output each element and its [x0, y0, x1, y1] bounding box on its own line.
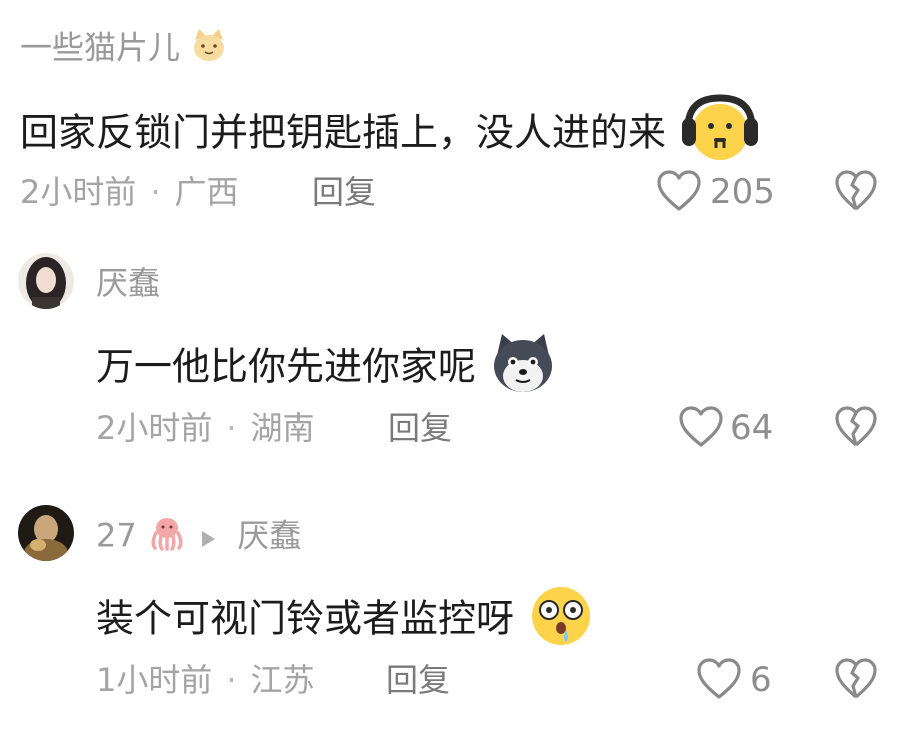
comment-meta: 1小时前 · 江苏 — [96, 660, 315, 700]
octopus-emoji — [147, 515, 187, 560]
dislike-button[interactable] — [834, 406, 878, 452]
like-button[interactable] — [656, 170, 702, 216]
dislike-button[interactable] — [834, 170, 878, 216]
comment-location: 江苏 — [250, 661, 315, 699]
cat-face-emoji — [190, 26, 228, 73]
shocked-drool-emoji — [526, 582, 596, 660]
like-count: 205 — [710, 172, 775, 212]
wolf-dog-emoji — [488, 330, 558, 408]
like-button[interactable] — [678, 406, 724, 452]
reply-arrow-icon — [199, 518, 217, 558]
like-button[interactable] — [696, 658, 742, 704]
comment-time: 2小时前 — [96, 409, 213, 447]
reply-button[interactable]: 回复 — [312, 172, 376, 212]
comment-username[interactable]: 厌蠢 — [96, 263, 160, 303]
heart-icon — [656, 170, 702, 216]
broken-heart-icon — [834, 658, 878, 704]
avatar[interactable] — [18, 253, 74, 309]
reply-button[interactable]: 回复 — [388, 408, 452, 448]
avatar[interactable] — [18, 505, 74, 561]
comment-text: 万一他比你先进你家呢 — [96, 330, 558, 408]
comment-location: 广西 — [174, 173, 239, 211]
heart-icon — [678, 406, 724, 452]
broken-heart-icon — [834, 170, 878, 216]
meta-separator: · — [150, 173, 161, 211]
headphones-face-emoji — [678, 92, 762, 178]
comment-time: 2小时前 — [20, 173, 137, 211]
like-count: 64 — [730, 408, 774, 448]
dislike-button[interactable] — [834, 658, 878, 704]
meta-separator: · — [226, 661, 237, 699]
comment-location: 湖南 — [250, 409, 315, 447]
username-link[interactable]: 27 — [96, 517, 137, 555]
reply-button[interactable]: 回复 — [386, 660, 450, 700]
comment-text: 回家反锁门并把钥匙插上，没人进的来 — [20, 92, 762, 178]
heart-icon — [696, 658, 742, 704]
broken-heart-icon — [834, 406, 878, 452]
like-count: 6 — [750, 660, 772, 700]
meta-separator: · — [226, 409, 237, 447]
comment-meta: 2小时前 · 湖南 — [96, 408, 315, 448]
comment-time: 1小时前 — [96, 661, 213, 699]
reply-to-user[interactable]: 厌蠢 — [237, 517, 301, 555]
comment-username: 27 厌蠢 — [96, 515, 301, 560]
comment-username[interactable]: 一些猫片儿 — [20, 26, 228, 73]
comment-meta: 2小时前 · 广西 — [20, 172, 239, 212]
comment-text: 装个可视门铃或者监控呀 — [96, 582, 596, 660]
